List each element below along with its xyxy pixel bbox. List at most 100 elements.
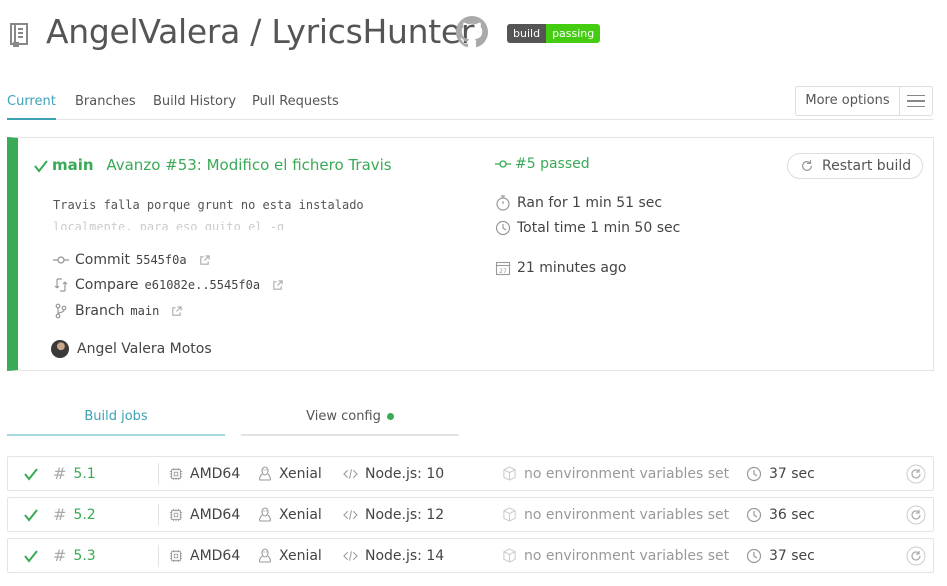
calendar-icon: 27 [495,261,511,276]
tab-branches[interactable]: Branches [75,94,136,109]
linux-icon [259,547,271,563]
restart-build-button[interactable]: Restart build [787,153,923,179]
job-status-cell [23,539,39,572]
compare-icon [54,278,68,292]
repo-owner-link[interactable]: AngelValera [46,12,240,51]
job-language: Node.js: 14 [365,547,445,564]
job-arch: AMD64 [190,547,241,564]
build-status-badge[interactable]: build passing [507,24,601,43]
compare-label: Compare [75,277,139,293]
tab-build-jobs[interactable]: Build jobs [7,400,225,436]
more-options-button[interactable]: More options [795,86,933,116]
job-restart-cell [906,539,926,572]
restart-icon [802,159,812,171]
clock-icon [495,220,511,236]
commit-title-link[interactable]: Avanzo #53: Modifico el fichero Travis [106,156,391,174]
job-number-cell: # 5.3 [53,539,96,572]
job-arch-cell: AMD64 [169,498,240,531]
hash-icon: # [53,546,67,565]
job-arch: AMD64 [190,465,241,482]
job-number-link[interactable]: 5.2 [73,507,95,523]
job-row[interactable]: # 5.2 AMD64 Xenial Node.js: 12 no enviro… [7,497,934,532]
job-row-divider [158,463,159,485]
cpu-icon [169,549,183,562]
branch-name-link[interactable]: main [130,304,159,318]
tab-current[interactable]: Current [7,94,56,120]
cpu-icon [169,467,183,480]
repo-title: AngelValera / LyricsHunter [46,12,474,51]
job-duration-cell: 37 sec [746,539,815,572]
compare-range-link[interactable]: e61082e..5545f0a [145,278,261,292]
commit-message: Travis falla porque grunt no esta instal… [53,194,364,230]
job-restart-cell [906,457,926,490]
job-restart-cell [906,498,926,531]
job-status-cell [23,457,39,490]
finished-row: 27 21 minutes ago [495,260,626,276]
external-link-icon[interactable] [171,305,182,317]
job-row[interactable]: # 5.1 AMD64 Xenial Node.js: 10 no enviro… [7,456,934,491]
code-icon [343,468,358,479]
job-os-cell: Xenial [258,498,322,531]
job-row-divider [158,504,159,526]
job-row[interactable]: # 5.3 AMD64 Xenial Node.js: 14 no enviro… [7,538,934,573]
job-duration: 37 sec [769,465,815,482]
code-icon [343,509,358,520]
job-env: no environment variables set [524,547,730,564]
repo-separator: / [240,12,272,51]
repo-icon [10,23,28,47]
box-icon [503,507,516,522]
more-options-label: More options [796,87,900,115]
hash-icon: # [53,505,67,524]
build-branch-name[interactable]: main [52,156,94,174]
check-icon [24,467,38,481]
total-time-text: Total time 1 min 50 sec [517,220,681,236]
code-icon [343,550,358,561]
tab-pull-requests[interactable]: Pull Requests [252,94,339,109]
job-arch-cell: AMD64 [169,539,240,572]
job-env-cell: no environment variables set [502,539,729,572]
clock-icon [746,507,762,522]
external-link-icon[interactable] [199,254,210,266]
job-language: Node.js: 10 [365,465,445,482]
author-row: Angel Valera Motos [51,340,212,358]
branch-label: Branch [75,303,125,319]
restart-job-icon[interactable] [906,546,926,566]
commit-label: Commit [75,252,130,268]
build-status: #5 passed [495,156,590,172]
box-icon [503,548,516,563]
job-duration-cell: 37 sec [746,457,815,490]
job-arch: AMD64 [190,506,241,523]
job-duration: 36 sec [769,506,815,523]
job-number-link[interactable]: 5.1 [73,466,95,482]
repo-tabs: Current Branches Build History Pull Requ… [7,86,933,120]
github-icon[interactable] [456,16,488,48]
commit-message-line: Travis falla porque grunt no esta instal… [53,198,364,212]
repo-name-link[interactable]: LyricsHunter [271,12,474,51]
linux-icon [259,465,271,481]
box-icon [503,466,516,481]
job-language-cell: Node.js: 14 [343,539,444,572]
build-number-link[interactable]: #5 passed [515,156,590,172]
commit-sha-link[interactable]: 5545f0a [136,253,187,267]
job-env-cell: no environment variables set [502,457,729,490]
compare-row: Compare e61082e..5545f0a [53,277,283,293]
restart-job-icon[interactable] [906,505,926,525]
ran-for-row: Ran for 1 min 51 sec [495,195,662,211]
badge-status: passing [546,24,601,43]
tab-view-config[interactable]: View config [241,400,459,436]
tab-build-history[interactable]: Build History [153,94,236,109]
external-link-icon[interactable] [272,279,283,291]
build-summary-card: main Avanzo #53: Modifico el fichero Tra… [7,137,934,371]
restart-job-icon[interactable] [906,464,926,484]
job-os: Xenial [279,547,322,564]
job-language-cell: Node.js: 10 [343,457,444,490]
commit-row: Commit 5545f0a [53,252,210,268]
job-number-cell: # 5.2 [53,498,96,531]
job-duration-cell: 36 sec [746,498,815,531]
job-number-link[interactable]: 5.3 [73,548,95,564]
job-os-cell: Xenial [258,539,322,572]
cpu-icon [169,508,183,521]
clock-icon [746,466,762,481]
total-time-row: Total time 1 min 50 sec [495,220,680,236]
clock-icon [746,548,762,563]
